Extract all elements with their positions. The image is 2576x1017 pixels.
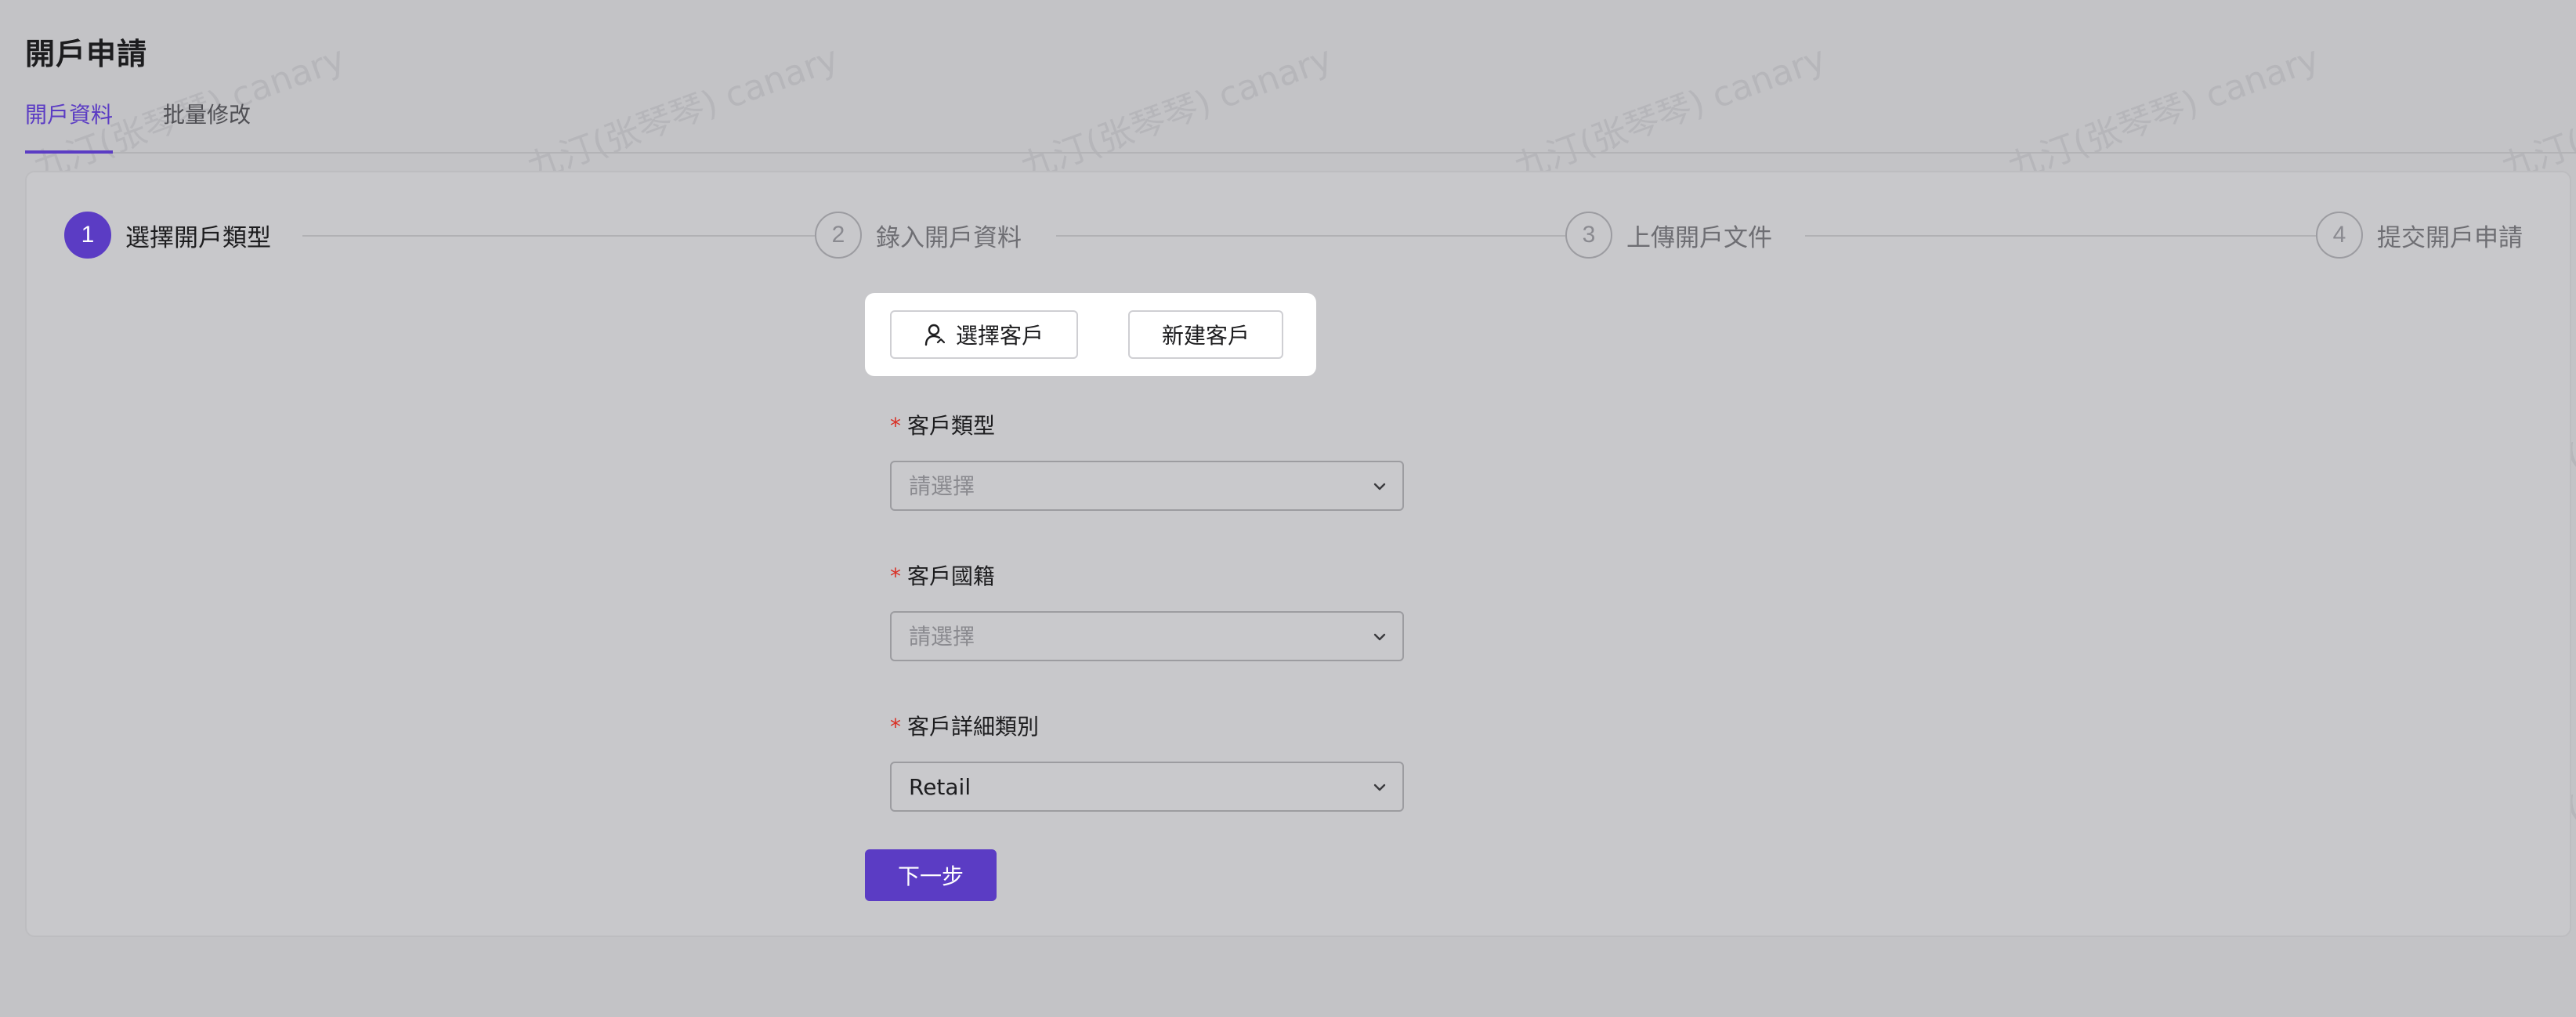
page-title: 開戶申請 — [25, 37, 148, 71]
required-mark: * — [890, 563, 901, 589]
customer-detail-category-label-text: 客戶詳細類別 — [907, 714, 1040, 740]
step-1-number: 1 — [64, 212, 111, 259]
step-4: 4 提交開戶申請 — [2316, 210, 2523, 260]
customer-nationality-placeholder: 請選擇 — [909, 624, 975, 650]
new-customer-label: 新建客戶 — [1161, 323, 1250, 349]
required-mark: * — [890, 413, 901, 439]
step-1: 1 選擇開戶類型 — [64, 210, 271, 260]
step-4-number: 4 — [2316, 212, 2363, 259]
customer-action-panel: 選擇客戶 新建客戶 — [865, 293, 1316, 376]
tab-bar: 開戶資料 批量修改 — [25, 94, 2576, 154]
customer-type-placeholder: 請選擇 — [909, 473, 975, 499]
step-3-label: 上傳開戶文件 — [1626, 223, 1772, 252]
required-mark: * — [890, 714, 901, 740]
user-icon — [924, 324, 945, 346]
step-connector — [302, 235, 815, 237]
active-tab-indicator — [25, 150, 113, 154]
customer-detail-category-label: * 客戶詳細類別 — [890, 710, 1039, 741]
step-2: 2 錄入開戶資料 — [815, 210, 1022, 260]
step-connector — [1805, 235, 2316, 237]
tab-batch-edit[interactable]: 批量修改 — [163, 102, 251, 128]
step-connector — [1056, 235, 1565, 237]
customer-type-label: * 客戶類型 — [890, 409, 995, 440]
new-customer-button[interactable]: 新建客戶 — [1128, 310, 1283, 359]
select-customer-label: 選擇客戶 — [955, 323, 1044, 349]
account-application-card: 1 選擇開戶類型 2 錄入開戶資料 3 上傳開戶文件 4 提交開戶申請 選擇客戶… — [25, 171, 2571, 937]
step-3: 3 上傳開戶文件 — [1565, 210, 1772, 260]
step-2-label: 錄入開戶資料 — [876, 223, 1022, 252]
customer-detail-category-select[interactable]: Retail — [890, 762, 1404, 812]
select-customer-button[interactable]: 選擇客戶 — [890, 310, 1078, 359]
customer-type-select[interactable]: 請選擇 — [890, 461, 1404, 511]
chevron-down-icon — [1373, 483, 1386, 490]
customer-nationality-label-text: 客戶國籍 — [907, 563, 996, 589]
step-1-label: 選擇開戶類型 — [125, 223, 271, 252]
customer-nationality-select[interactable]: 請選擇 — [890, 611, 1404, 661]
next-step-button[interactable]: 下一步 — [865, 849, 997, 901]
step-4-label: 提交開戶申請 — [2377, 223, 2523, 252]
chevron-down-icon — [1373, 784, 1386, 791]
customer-detail-category-value: Retail — [909, 774, 971, 800]
chevron-down-icon — [1373, 633, 1386, 641]
customer-type-label-text: 客戶類型 — [907, 413, 996, 439]
step-3-number: 3 — [1565, 212, 1612, 259]
tab-account-info[interactable]: 開戶資料 — [25, 102, 113, 128]
step-2-number: 2 — [815, 212, 862, 259]
customer-nationality-label: * 客戶國籍 — [890, 559, 995, 591]
